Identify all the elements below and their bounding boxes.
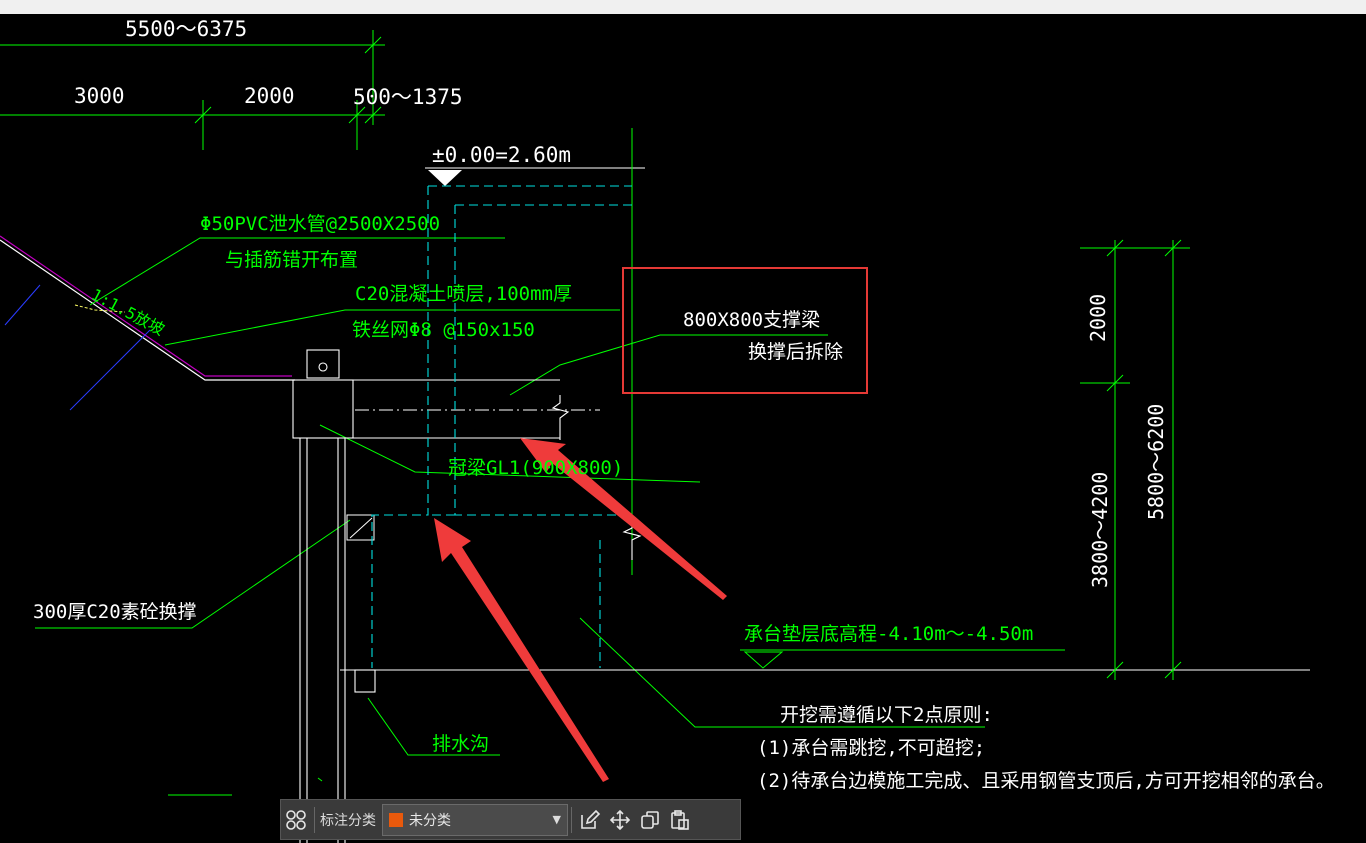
shotcrete-note-line2: 铁丝网Φ8 @150x150 xyxy=(352,319,535,341)
cad-drawing-canvas[interactable]: 5500～6375 3000 2000 500～1375 ±0.00=2.60m… xyxy=(0,0,1366,843)
red-arrows xyxy=(434,438,727,782)
support-beam-line2: 换撑后拆除 xyxy=(748,341,843,363)
concrete-support-label: 300厚C20素砼换撑 xyxy=(33,601,197,623)
category-label: 标注分类 xyxy=(320,812,376,829)
paste-icon[interactable] xyxy=(665,805,695,835)
concrete-hatch xyxy=(346,514,375,541)
copy-icon[interactable] xyxy=(635,805,665,835)
dim-right-upper: 2000 xyxy=(1086,294,1110,342)
principles-title: 开挖需遵循以下2点原则: xyxy=(780,704,993,726)
pvc-note-line2: 与插筋错开布置 xyxy=(225,249,358,271)
category-select-value: 未分类 xyxy=(409,812,451,829)
move-icon[interactable] xyxy=(605,805,635,835)
hatch-line xyxy=(349,517,373,539)
elevation-marker xyxy=(425,167,645,186)
dim-top-seg1: 3000 xyxy=(74,84,125,108)
dashed-outlines xyxy=(371,185,632,668)
dim-top-seg2: 2000 xyxy=(244,84,295,108)
grid-icon[interactable] xyxy=(281,805,311,835)
principle-1: (1)承台需跳挖,不可超挖; xyxy=(757,737,985,759)
edit-icon[interactable] xyxy=(575,805,605,835)
shotcrete-note-line1: C20混凝土喷层,100mm厚 xyxy=(355,283,572,305)
annotation-toolbar: 标注分类 未分类 ▼ xyxy=(280,799,741,840)
toolbar-separator xyxy=(314,806,315,833)
cushion-marker xyxy=(743,651,784,669)
dim-right-lower: 3800～4200 xyxy=(1088,472,1112,588)
slope-label: 1:1.5放坡 xyxy=(88,285,168,339)
top-dimensions xyxy=(0,30,385,150)
dim-top-total: 5500～6375 xyxy=(125,17,247,41)
elevation-text: ±0.00=2.60m xyxy=(432,143,571,167)
pvc-note-line1: Φ50PVC泄水管@2500X2500 xyxy=(200,213,440,235)
principle-2: (2)待承台边模施工完成、且采用钢管支顶后,方可开挖相邻的承台。 xyxy=(757,770,1335,792)
crown-beam-label: 冠梁GL1(900X800) xyxy=(448,457,623,479)
drain-ditch-label: 排水沟 xyxy=(432,733,489,755)
chevron-down-icon: ▼ xyxy=(552,813,561,826)
dim-right-total: 5800～6200 xyxy=(1144,404,1168,520)
cushion-elevation-label: 承台垫层底高程-4.10m～-4.50m xyxy=(744,623,1033,645)
category-select[interactable]: 未分类 ▼ xyxy=(382,803,568,836)
toolbar-separator xyxy=(571,806,572,833)
category-color-swatch xyxy=(389,812,403,827)
support-beam-line1: 800X800支撑梁 xyxy=(683,309,820,331)
dim-top-seg3: 500～1375 xyxy=(353,85,463,109)
